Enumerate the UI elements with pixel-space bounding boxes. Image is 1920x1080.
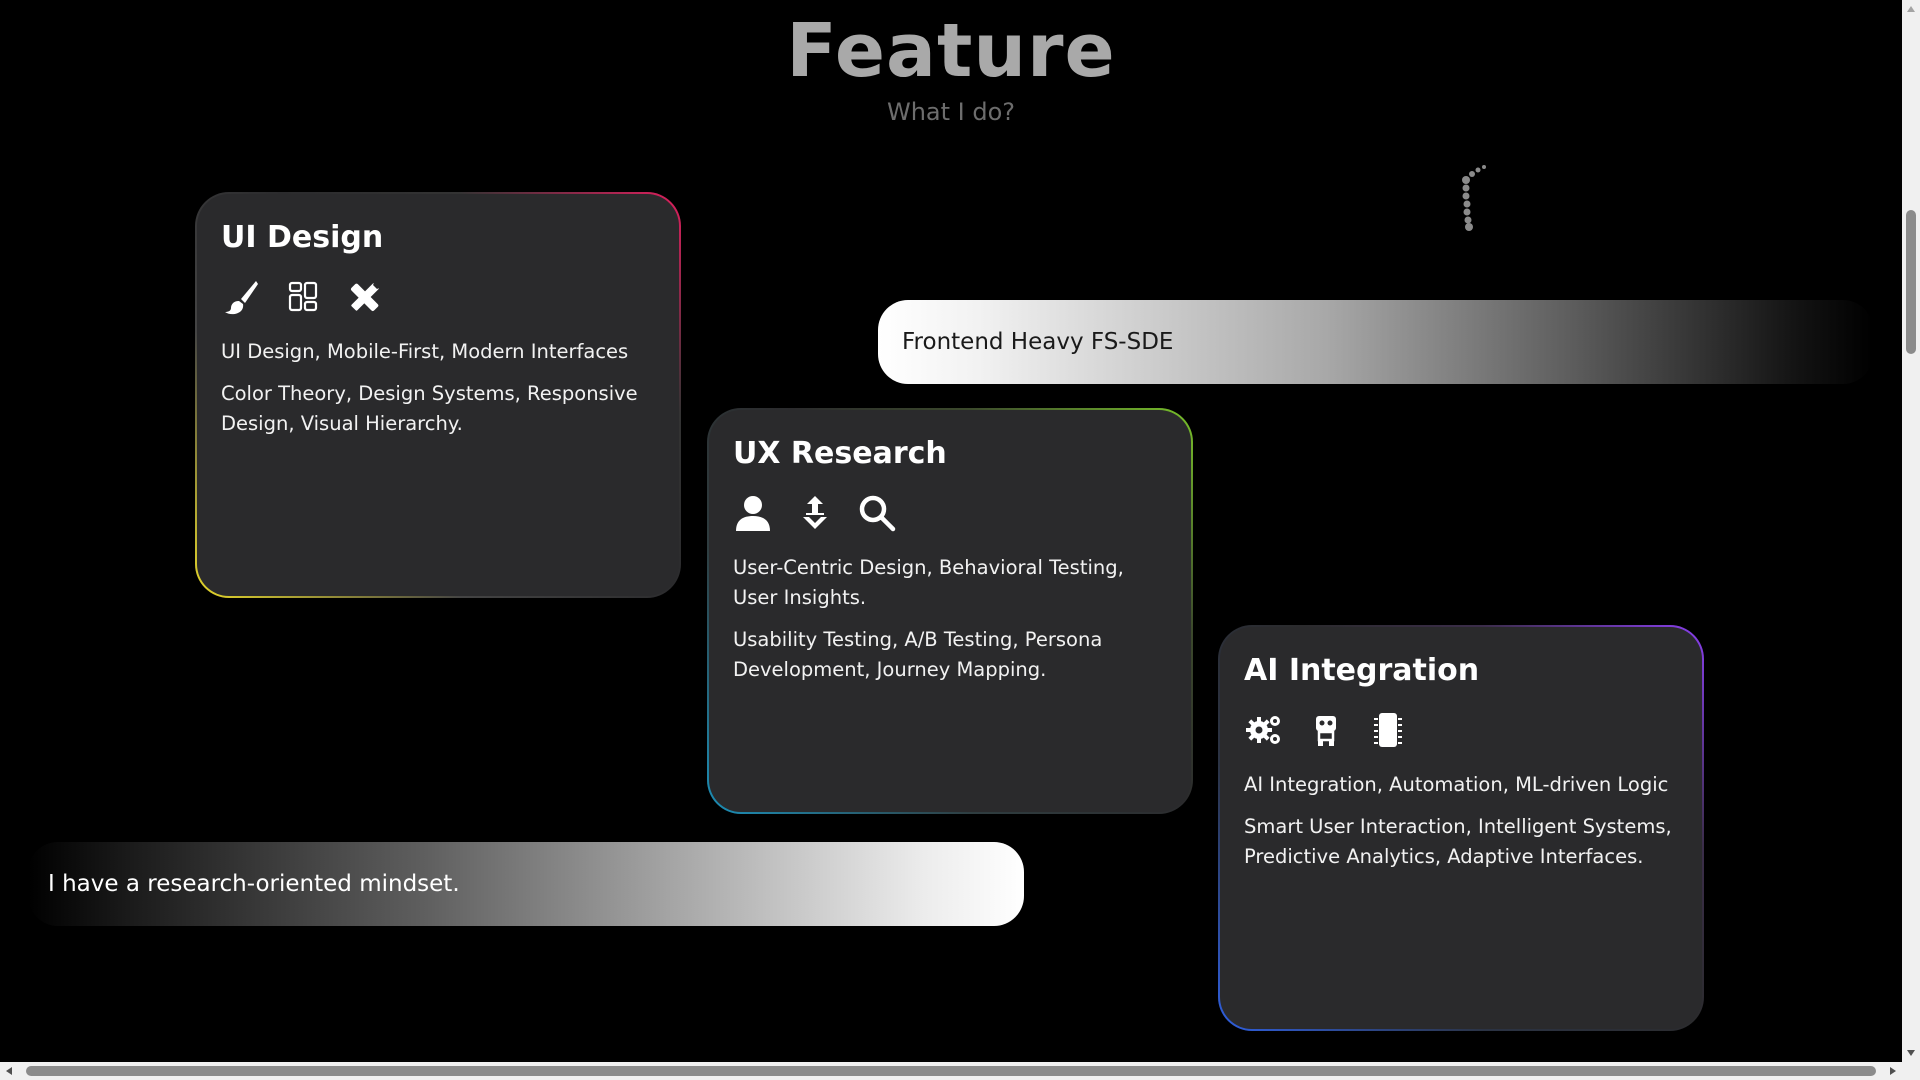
page-subtitle: What I do? [886, 98, 1016, 126]
vertical-scrollbar[interactable] [1902, 0, 1920, 1062]
horizontal-scroll-thumb[interactable] [26, 1066, 1876, 1076]
map-pin-icon [795, 493, 835, 533]
card-ux-research: UX Research User-Centric Design, Behavio… [707, 408, 1193, 814]
icon-row [221, 277, 655, 317]
card-title: UI Design [221, 220, 384, 255]
icon-row [1244, 710, 1678, 750]
card-text-line2: Smart User Interaction, Intelligent Syst… [1244, 815, 1672, 868]
card-text-line1: UI Design, Mobile-First, Modern Interfac… [221, 340, 629, 363]
layout-grid-icon [283, 277, 323, 317]
vertical-scroll-thumb[interactable] [1906, 210, 1916, 354]
card-text-line2: Usability Testing, A/B Testing, Persona … [733, 628, 1103, 681]
scroll-right-icon[interactable] [1884, 1062, 1902, 1080]
role-pill: Frontend Heavy FS-SDE [878, 300, 1873, 384]
pencil-ruler-icon [345, 277, 385, 317]
horizontal-scrollbar[interactable] [0, 1062, 1902, 1080]
scroll-down-icon[interactable] [1902, 1044, 1920, 1062]
squiggle-decoration [1462, 165, 1486, 231]
page: Feature What I do? Frontend Heavy FS-SDE… [0, 0, 1920, 1080]
paintbrush-icon [221, 277, 261, 317]
card-ai-integration: AI Integration AI Integration, Automatio… [1218, 625, 1704, 1031]
viewport: Feature What I do? Frontend Heavy FS-SDE… [0, 0, 1902, 1062]
icon-row [733, 493, 1167, 533]
card-ai-integration-body: AI Integration AI Integration, Automatio… [1220, 627, 1702, 1029]
card-text-line1: User-Centric Design, Behavioral Testing,… [733, 556, 1124, 609]
user-icon [733, 493, 773, 533]
gears-icon [1244, 710, 1284, 750]
search-icon [857, 493, 897, 533]
robot-icon [1306, 710, 1346, 750]
card-ui-design: UI Design UI Design, Mobile-First, Moder… [195, 192, 681, 598]
page-title: Feature [786, 8, 1116, 94]
card-text-line2: Color Theory, Design Systems, Responsive… [221, 382, 638, 435]
scroll-up-icon[interactable] [1902, 0, 1920, 18]
card-title: UX Research [733, 436, 947, 471]
card-ux-research-body: UX Research User-Centric Design, Behavio… [709, 410, 1191, 812]
scroll-left-icon[interactable] [0, 1062, 18, 1080]
microchip-icon [1368, 710, 1408, 750]
card-ui-design-body: UI Design UI Design, Mobile-First, Moder… [197, 194, 679, 596]
card-text-line1: AI Integration, Automation, ML-driven Lo… [1244, 773, 1669, 796]
scrollbar-corner [1902, 1062, 1920, 1080]
card-title: AI Integration [1244, 653, 1480, 688]
mindset-pill: I have a research-oriented mindset. [28, 842, 1024, 926]
